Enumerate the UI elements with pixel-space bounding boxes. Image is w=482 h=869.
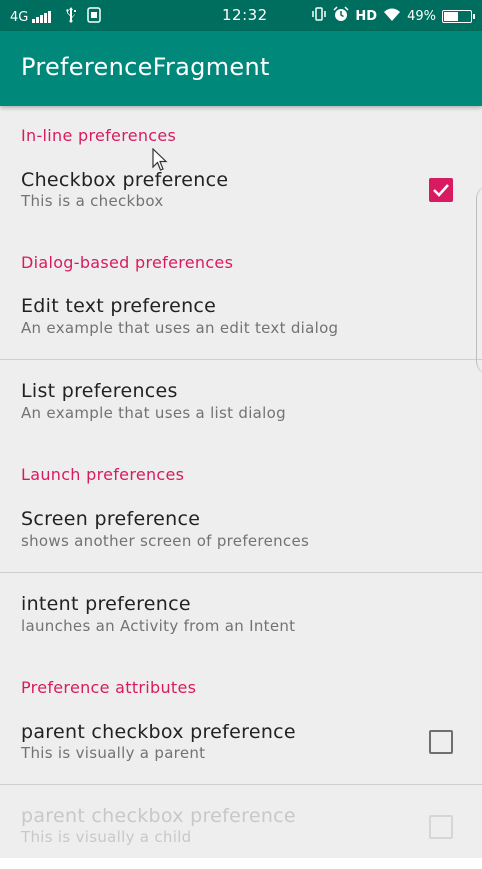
- pref-checkbox-title: Checkbox preference: [21, 169, 229, 191]
- pref-parent-summary: This is visually a parent: [21, 744, 206, 762]
- pref-intent-title: intent preference: [21, 593, 191, 615]
- battery-fill: [444, 11, 458, 21]
- pref-child-title: parent checkbox preference: [21, 805, 296, 827]
- pref-child-summary: This is visually a child: [21, 828, 192, 846]
- usb-icon: [65, 7, 77, 27]
- wifi-icon: [383, 7, 401, 25]
- checkbox-unchecked[interactable]: [429, 730, 453, 754]
- pref-checkbox-summary: This is a checkbox: [21, 192, 164, 210]
- category-inline: In-line preferences: [21, 126, 177, 145]
- pref-list-summary: An example that uses a list dialog: [21, 404, 286, 422]
- battery-icon: [442, 9, 475, 23]
- status-left: 4G: [10, 7, 102, 27]
- checkbox-disabled: [429, 815, 453, 839]
- status-right: HD 49%: [311, 6, 475, 26]
- pref-child-checkbox: parent checkbox preference This is visua…: [0, 785, 482, 858]
- category-launch: Launch preferences: [21, 465, 185, 484]
- preference-list[interactable]: In-line preferences Checkbox preference …: [0, 106, 482, 858]
- status-bar: 4G 12:32 HD 49%: [0, 0, 482, 31]
- category-dialog: Dialog-based preferences: [21, 253, 234, 272]
- pref-checkbox[interactable]: Checkbox preference This is a checkbox: [0, 156, 482, 226]
- app-bar-title: PreferenceFragment: [21, 53, 270, 81]
- checkbox-checked[interactable]: [429, 178, 453, 202]
- pref-edit-text-summary: An example that uses an edit text dialog: [21, 319, 339, 337]
- app-bar: PreferenceFragment: [0, 31, 482, 106]
- pref-list[interactable]: List preferences An example that uses a …: [0, 360, 482, 442]
- network-type: 4G: [10, 9, 29, 25]
- pref-intent[interactable]: intent preference launches an Activity f…: [0, 573, 482, 655]
- alarm-icon: [333, 6, 349, 26]
- notification-icon: [87, 7, 102, 27]
- pref-parent-checkbox[interactable]: parent checkbox preference This is visua…: [0, 707, 482, 784]
- vibrate-icon: [311, 7, 327, 25]
- pref-list-title: List preferences: [21, 380, 178, 402]
- battery-percent: 49%: [407, 8, 436, 24]
- pref-screen[interactable]: Screen preference shows another screen o…: [0, 494, 482, 571]
- hd-label: HD: [355, 8, 378, 24]
- edge-indicator: [476, 185, 482, 375]
- pref-edit-text-title: Edit text preference: [21, 295, 217, 317]
- pref-screen-title: Screen preference: [21, 508, 201, 530]
- signal-icon: [32, 11, 52, 23]
- pref-intent-summary: launches an Activity from an Intent: [21, 617, 296, 635]
- category-attributes: Preference attributes: [21, 678, 197, 697]
- check-icon: [433, 184, 449, 197]
- clock: 12:32: [222, 6, 268, 24]
- pref-edit-text[interactable]: Edit text preference An example that use…: [0, 282, 482, 359]
- pref-screen-summary: shows another screen of preferences: [21, 532, 310, 550]
- mouse-cursor-icon: [152, 147, 168, 176]
- pref-parent-title: parent checkbox preference: [21, 721, 296, 743]
